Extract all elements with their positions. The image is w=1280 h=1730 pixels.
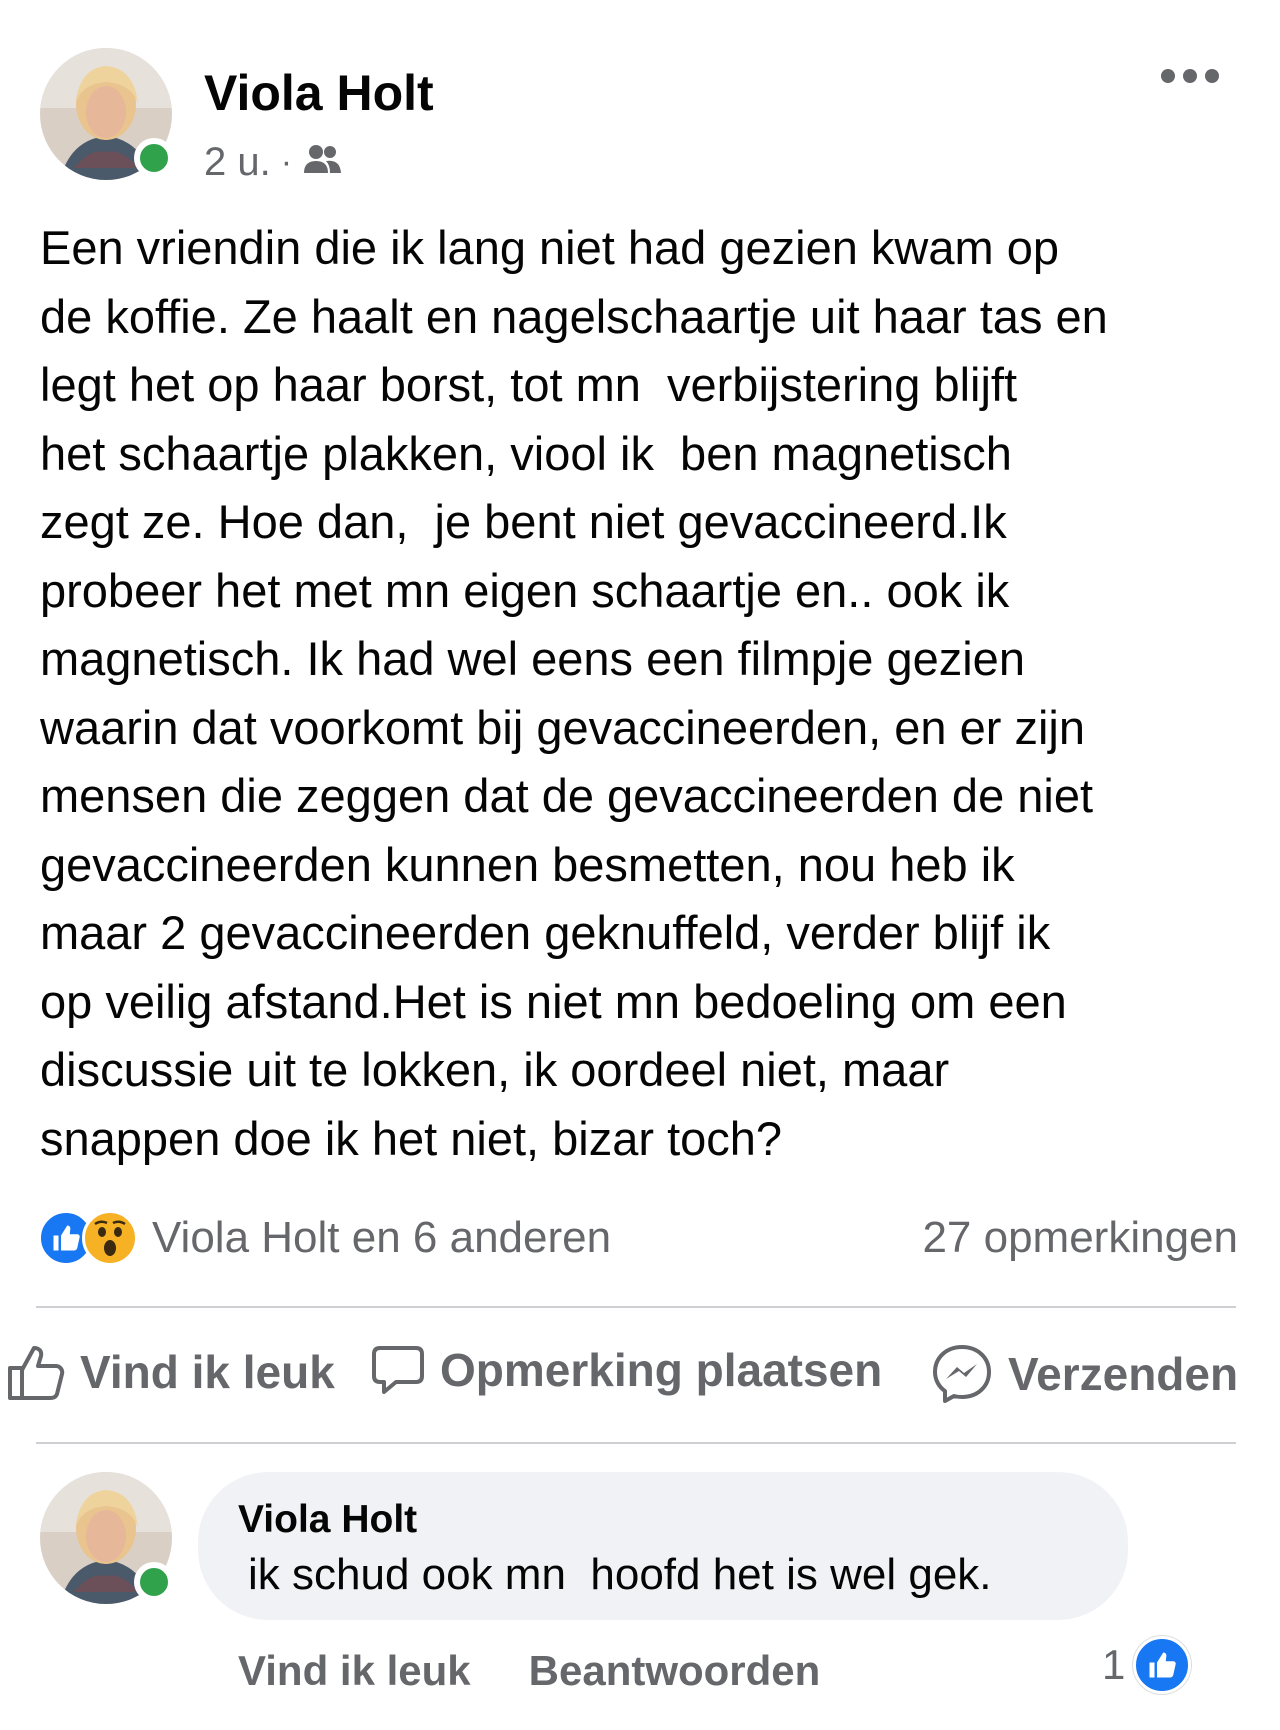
post-action-bar: Vind ik leuk Opmerking plaatsen Verzende… [0, 1338, 1280, 1428]
send-button-label: Verzenden [1008, 1348, 1239, 1400]
divider [36, 1306, 1236, 1308]
post-text-line: gevaccineerden kunnen besmetten, nou heb… [40, 837, 1015, 891]
comment-like-button[interactable]: Vind ik leuk [238, 1647, 471, 1695]
post-text-line: discussie uit te lokken, ik oordeel niet… [40, 1043, 950, 1096]
thumbs-up-icon [8, 1346, 65, 1400]
meta-separator: · [280, 143, 293, 181]
post-text-line: snappen doe ik het niet, bizar toch? [40, 1111, 783, 1165]
comment-text: ik schud ook mn hoofd het is wel gek. [248, 1550, 992, 1599]
comment-author-name[interactable]: Viola Holt [238, 1498, 1088, 1542]
post-text-line: waarin dat voorkomt bij gevaccineerden, … [40, 700, 1085, 754]
post-text-line: legt het op haar borst, tot mn verbijste… [40, 358, 1018, 411]
comments-count-link[interactable]: 27 opmerkingen [922, 1213, 1238, 1263]
like-reaction-icon [1133, 1636, 1192, 1694]
comment-button[interactable]: Opmerking plaatsen [370, 1342, 882, 1398]
send-button[interactable]: Verzenden [930, 1342, 1238, 1406]
post-text-line: zegt ze. Hoe dan, je bent niet gevaccine… [40, 495, 1007, 548]
author-avatar[interactable] [40, 48, 174, 180]
wow-reaction-icon [82, 1210, 138, 1266]
comment-button-label: Opmerking plaatsen [440, 1344, 883, 1396]
post-text-line: de koffie. Ze haalt en nagelschaartje ui… [40, 289, 1108, 343]
comment-like-count-value: 1 [1102, 1641, 1126, 1688]
post-meta: 2 u. · [204, 140, 342, 185]
messenger-icon [933, 1345, 991, 1403]
comment-like-count[interactable]: 1 [1102, 1636, 1192, 1694]
friends-icon[interactable] [302, 140, 342, 185]
like-button[interactable]: Vind ik leuk [6, 1342, 335, 1402]
post-text-line: maar 2 gevaccineerden geknuffeld, verder… [40, 906, 1051, 959]
divider [36, 1442, 1236, 1444]
post-timestamp[interactable]: 2 u. [204, 140, 271, 185]
reactions-summary-text[interactable]: Viola Holt en 6 anderen [152, 1213, 611, 1263]
online-status-dot [134, 138, 174, 178]
post-text-line: Een vriendin die ik lang niet had gezien… [40, 221, 1059, 274]
comment-actions: Vind ik leuk Beantwoorden 1 [238, 1636, 1198, 1706]
like-button-label: Vind ik leuk [80, 1346, 335, 1398]
reactions-summary-row: Viola Holt en 6 anderen 27 opmerkingen [38, 1208, 1238, 1268]
comment-bubble: Viola Holt ik schud ook mn hoofd het is … [198, 1472, 1128, 1620]
post-text: Een vriendin die ik lang niet had gezien… [40, 214, 1250, 1173]
reaction-icons[interactable] [38, 1210, 138, 1266]
post-text-line: probeer het met mn eigen schaartje en.. … [40, 563, 1010, 617]
post-text-line: het schaartje plakken, viool ik ben magn… [40, 426, 1012, 480]
comment-bubble-icon [372, 1346, 424, 1394]
more-options-icon[interactable] [1150, 56, 1230, 96]
post-text-line: magnetisch. Ik had wel eens een filmpje … [40, 632, 1025, 685]
comment-reply-button[interactable]: Beantwoorden [529, 1647, 821, 1695]
post-author-name[interactable]: Viola Holt [204, 64, 434, 122]
post-text-line: op veilig afstand.Het is niet mn bedoeli… [40, 974, 1067, 1028]
post-text-line: mensen die zeggen dat de gevaccineerden … [40, 769, 1094, 822]
online-status-dot [134, 1562, 174, 1602]
commenter-avatar[interactable] [40, 1472, 174, 1604]
